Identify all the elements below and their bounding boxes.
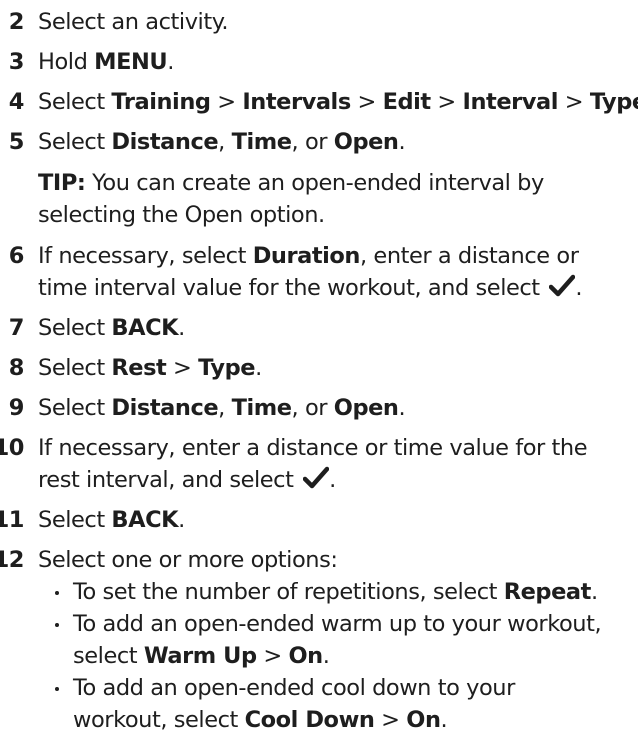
step-number: 6 <box>8 243 25 269</box>
step-number: 8 <box>8 355 25 381</box>
step-text: Hold MENU. <box>38 49 174 75</box>
tip-note: TIP: You can create an open-ended interv… <box>38 167 544 231</box>
step-number: 11 <box>0 507 24 533</box>
step-text: Select Rest > Type. <box>38 355 262 381</box>
step-text: Select an activity. <box>38 9 229 35</box>
step-text: Select BACK. <box>38 315 185 341</box>
step-number: 5 <box>8 129 25 155</box>
step-text: Select Distance, Time, or Open. <box>38 129 406 155</box>
step-number: 2 <box>8 9 25 35</box>
step-number: 3 <box>8 49 25 75</box>
menu-key: MENU <box>94 49 168 75</box>
bullet-text: To set the number of repetitions, select… <box>73 579 598 605</box>
check-mark-icon <box>303 466 330 489</box>
step-text: Select one or more options: <box>38 547 338 573</box>
step-number: 12 <box>0 547 24 573</box>
step-text: Select Distance, Time, or Open. <box>38 395 406 421</box>
bullet-dot <box>55 623 59 627</box>
tip-label: TIP: <box>38 170 86 196</box>
step-text: Select Training > Intervals > Edit > Int… <box>38 89 638 115</box>
bullet-text: To add an open-ended cool down to your wo… <box>73 675 515 733</box>
step-number: 7 <box>8 315 25 341</box>
check-mark-icon <box>549 274 576 297</box>
step-text: If necessary, select Duration, enter a d… <box>38 243 583 301</box>
step-number: 9 <box>8 395 25 421</box>
bullet-dot <box>55 687 59 691</box>
tip-line-2: selecting the Open option. <box>38 202 325 228</box>
bullet-dot <box>55 591 59 595</box>
tip-line-1: TIP: You can create an open-ended interv… <box>38 170 544 196</box>
step-text: If necessary, enter a distance or time v… <box>38 435 588 493</box>
step-number: 10 <box>0 435 24 461</box>
bullet-text: To add an open-ended warm up to your wor… <box>73 611 602 669</box>
step-number: 4 <box>8 89 25 115</box>
step-text: Select BACK. <box>38 507 185 533</box>
